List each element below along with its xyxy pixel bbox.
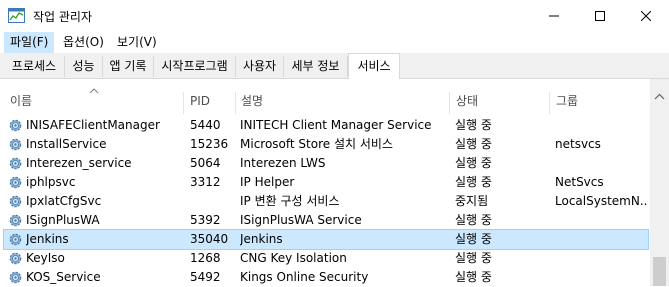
service-gear-icon <box>9 138 22 151</box>
column-divider[interactable] <box>183 92 184 114</box>
table-row[interactable]: KOS_Service 5492 Kings Online Security 실… <box>4 268 648 287</box>
service-status: 실행 중 <box>455 270 492 284</box>
tab-processes[interactable]: 프로세스 <box>4 56 65 77</box>
maximize-button[interactable] <box>577 0 623 32</box>
minimize-icon <box>549 15 559 17</box>
service-pid: 5392 <box>190 213 221 227</box>
service-status: 실행 중 <box>455 232 492 246</box>
service-description: Kings Online Security <box>240 270 369 284</box>
service-description: Jenkins <box>240 232 283 246</box>
service-group <box>555 154 647 173</box>
service-name: Interezen_service <box>26 156 132 170</box>
column-header-description[interactable]: 설명 <box>241 87 441 115</box>
service-status: 실행 중 <box>455 213 492 227</box>
service-group <box>555 230 647 249</box>
service-pid <box>190 192 235 211</box>
scrollbar-thumb[interactable] <box>653 257 666 286</box>
service-pid: 3312 <box>190 175 221 189</box>
service-group <box>555 268 647 287</box>
table-row[interactable]: IpxlatCfgSvc IP 변환 구성 서비스 중지됨 LocalSyste… <box>4 192 648 211</box>
service-status: 중지됨 <box>455 194 489 208</box>
service-pid: 35040 <box>190 232 229 246</box>
service-status: 실행 중 <box>455 251 492 265</box>
service-name: IpxlatCfgSvc <box>26 194 102 208</box>
service-group: LocalSystemN... <box>555 194 647 208</box>
service-pid: 5440 <box>190 118 221 132</box>
service-description: IP Helper <box>240 175 295 189</box>
table-row[interactable]: iphlpsvc 3312 IP Helper 실행 중 NetSvcs <box>4 173 648 192</box>
service-status: 실행 중 <box>455 137 492 151</box>
task-manager-icon <box>8 8 25 23</box>
vertical-scrollbar[interactable] <box>650 79 669 286</box>
menu-bar: 파일(F) 옵션(O) 보기(V) <box>0 32 669 53</box>
tab-services[interactable]: 서비스 <box>348 53 400 80</box>
column-header-name[interactable]: 이름 <box>10 87 180 115</box>
column-header-group[interactable]: 그룹 <box>556 87 636 115</box>
service-name: INISAFEClientManager <box>26 118 160 132</box>
service-gear-icon <box>9 157 22 170</box>
column-divider[interactable] <box>549 92 550 114</box>
service-pid: 15236 <box>190 137 229 151</box>
close-icon <box>641 11 651 21</box>
service-group: NetSvcs <box>555 175 604 189</box>
tab-bar: 프로세스 성능 앱 기록 시작프로그램 사용자 세부 정보 서비스 <box>0 53 669 80</box>
service-gear-icon <box>9 214 22 227</box>
service-name: KOS_Service <box>26 270 101 284</box>
column-header-pid[interactable]: PID <box>190 87 230 115</box>
service-description: Interezen LWS <box>240 156 326 170</box>
service-gear-icon <box>9 233 22 246</box>
maximize-icon <box>595 11 605 21</box>
table-row-selected[interactable]: Jenkins 35040 Jenkins 실행 중 <box>3 229 649 250</box>
table-row[interactable]: KeyIso 1268 CNG Key Isolation 실행 중 <box>4 249 648 268</box>
column-header-status[interactable]: 상태 <box>456 87 536 115</box>
table-row[interactable]: ISignPlusWA 5392 ISignPlusWA Service 실행 … <box>4 211 648 230</box>
service-pid: 5492 <box>190 270 221 284</box>
service-description: CNG Key Isolation <box>240 251 347 265</box>
column-divider[interactable] <box>449 92 450 114</box>
service-status: 실행 중 <box>455 118 492 132</box>
service-description: INITECH Client Manager Service <box>240 118 432 132</box>
service-gear-icon <box>9 119 22 132</box>
menu-options[interactable]: 옵션(O) <box>57 32 110 53</box>
scroll-up-icon[interactable] <box>654 93 665 100</box>
service-gear-icon <box>9 252 22 265</box>
service-name: KeyIso <box>26 251 65 265</box>
title-bar: 작업 관리자 <box>0 0 669 32</box>
tab-users[interactable]: 사용자 <box>236 56 284 77</box>
service-gear-icon <box>9 271 22 284</box>
tab-performance[interactable]: 성능 <box>65 56 103 77</box>
menu-file[interactable]: 파일(F) <box>4 32 55 53</box>
table-row[interactable]: InstallService 15236 Microsoft Store 설치 … <box>4 135 648 154</box>
service-group <box>555 211 647 230</box>
service-description: IP 변환 구성 서비스 <box>240 194 340 208</box>
close-button[interactable] <box>623 0 669 32</box>
service-description: Microsoft Store 설치 서비스 <box>240 137 393 151</box>
service-group: netsvcs <box>555 137 601 151</box>
service-status: 실행 중 <box>455 175 492 189</box>
tab-app-history[interactable]: 앱 기록 <box>103 56 154 77</box>
tab-details[interactable]: 세부 정보 <box>284 56 348 77</box>
menu-view[interactable]: 보기(V) <box>111 32 163 53</box>
service-name: InstallService <box>26 137 107 151</box>
service-gear-icon <box>9 176 22 189</box>
minimize-button[interactable] <box>531 0 577 32</box>
service-status: 실행 중 <box>455 156 492 170</box>
service-gear-icon <box>9 195 22 208</box>
service-group <box>555 116 647 135</box>
service-description: ISignPlusWA Service <box>240 213 362 227</box>
tab-startup[interactable]: 시작프로그램 <box>154 56 236 77</box>
table-row[interactable]: Interezen_service 5064 Interezen LWS 실행 … <box>4 154 648 173</box>
service-pid: 5064 <box>190 156 221 170</box>
service-name: iphlpsvc <box>26 175 76 189</box>
window-title: 작업 관리자 <box>33 10 93 24</box>
column-divider[interactable] <box>235 92 236 114</box>
service-name: ISignPlusWA <box>26 213 100 227</box>
service-name: Jenkins <box>26 232 69 246</box>
table-row[interactable]: INISAFEClientManager 5440 INITECH Client… <box>4 116 648 135</box>
service-pid: 1268 <box>190 251 221 265</box>
service-group <box>555 249 647 268</box>
